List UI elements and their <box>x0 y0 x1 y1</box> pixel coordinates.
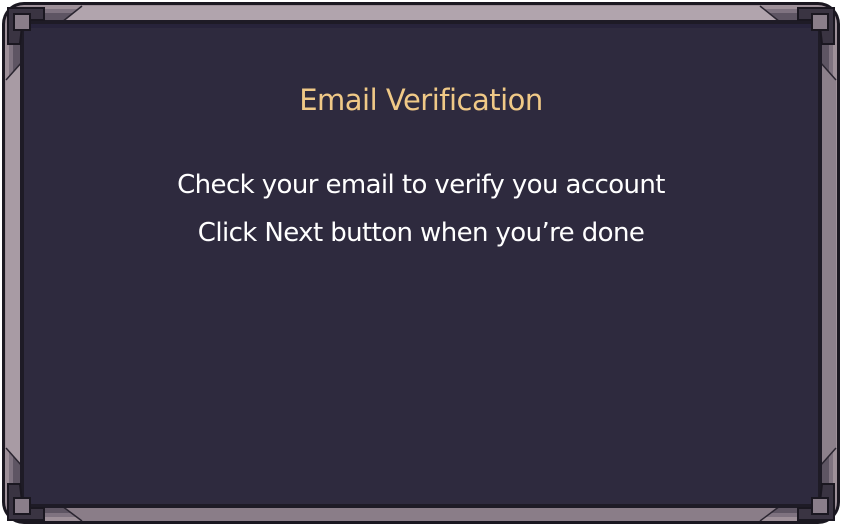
verification-message-line-1: Check your email to verify you account <box>177 170 665 200</box>
verification-dialog: Email Verification Check your email to v… <box>0 0 842 528</box>
dialog-title: Email Verification <box>299 83 543 117</box>
dialog-content: Email Verification Check your email to v… <box>40 40 802 488</box>
verification-message-line-2: Click Next button when you’re done <box>197 218 645 248</box>
